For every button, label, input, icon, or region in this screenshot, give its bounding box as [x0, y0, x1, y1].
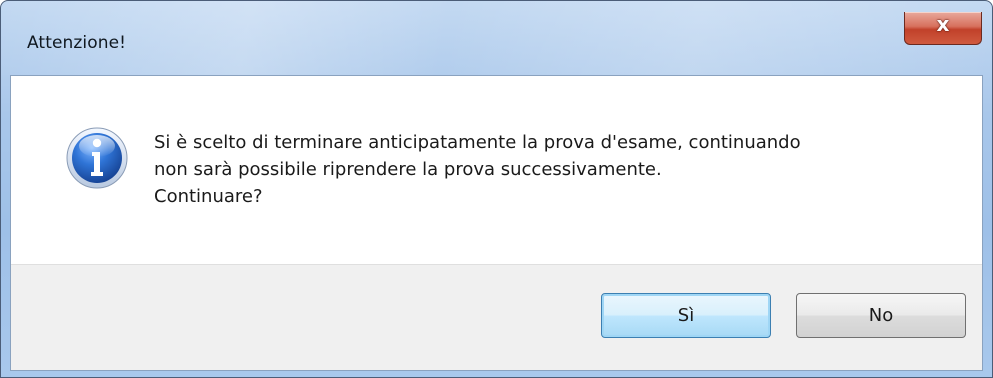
info-icon: [66, 127, 128, 189]
button-bar: Sì No: [11, 264, 982, 370]
no-button[interactable]: No: [796, 293, 966, 338]
message-line: Continuare?: [154, 186, 263, 207]
close-button[interactable]: x: [904, 12, 982, 45]
yes-button[interactable]: Sì: [601, 293, 771, 338]
window-title: Attenzione!: [27, 33, 127, 53]
message-line: non sarà possibile riprendere la prova s…: [154, 159, 662, 180]
dialog-message: Si è scelto di terminare anticipatamente…: [154, 129, 801, 210]
message-area: Si è scelto di terminare anticipatamente…: [11, 76, 982, 264]
title-bar[interactable]: Attenzione! x: [1, 1, 992, 75]
dialog-client-area: Si è scelto di terminare anticipatamente…: [10, 75, 983, 371]
message-line: Si è scelto di terminare anticipatamente…: [154, 132, 801, 153]
dialog-window: Attenzione! x Si è scelto di terminare a…: [0, 0, 993, 378]
close-icon: x: [936, 12, 950, 36]
